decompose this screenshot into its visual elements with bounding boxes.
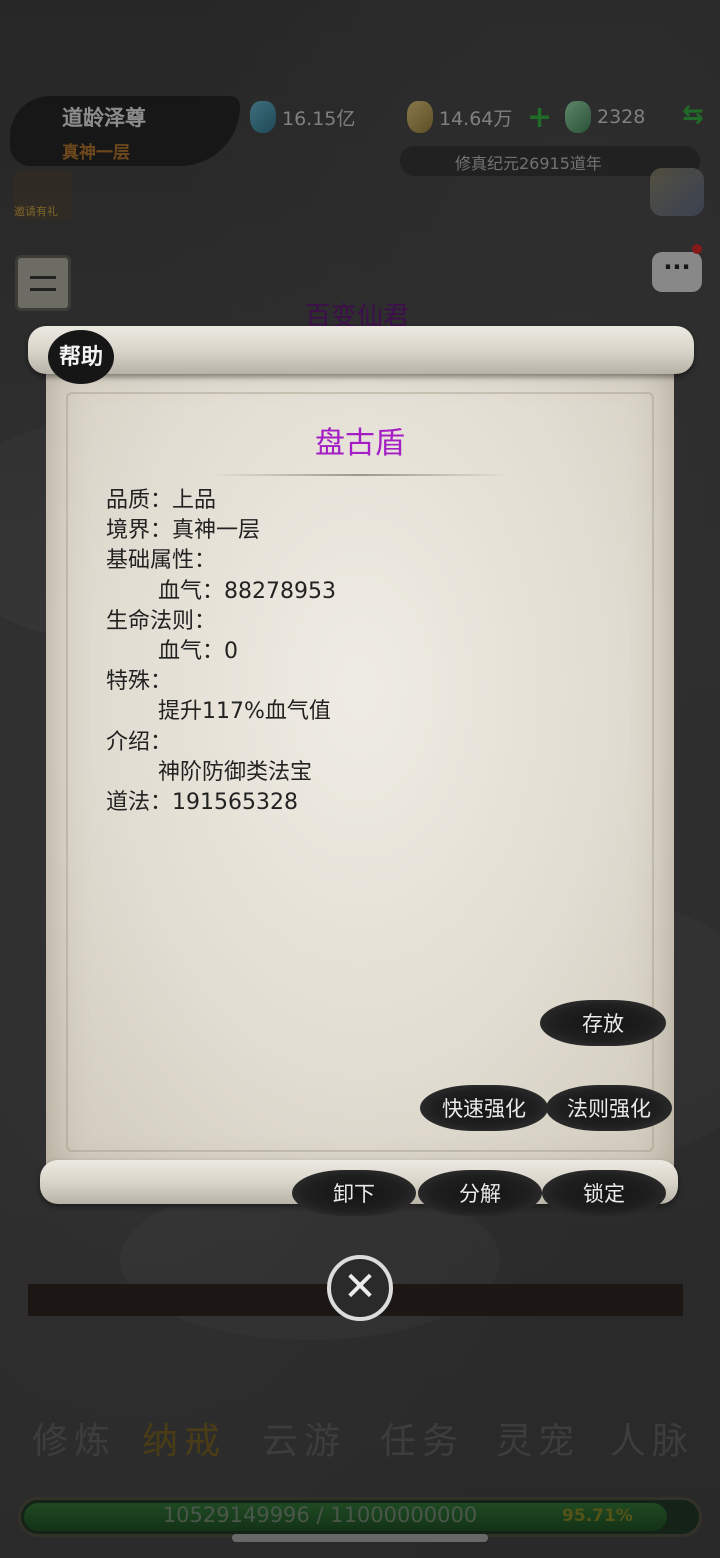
attr-special-header: 特殊： — [106, 669, 173, 695]
attr-intro-header: 介绍： — [106, 729, 173, 755]
unequip-button[interactable]: 卸下 — [292, 1170, 416, 1216]
attr-life-law-hp: 血气：0 — [158, 639, 238, 665]
close-icon: ✕ — [343, 1264, 377, 1310]
attr-life-law-header: 生命法则： — [106, 608, 217, 634]
attr-special-value: 提升117%血气值 — [158, 699, 331, 725]
attr-base-hp: 血气：88278953 — [158, 578, 336, 604]
attr-base-header: 基础属性： — [106, 548, 217, 574]
item-attributes: 品质：上品 境界：真神一层 基础属性： 血气：88278953 生命法则： 血气… — [106, 486, 336, 818]
scroll-top-roller — [28, 326, 694, 374]
close-dialog-button[interactable]: ✕ — [327, 1255, 393, 1321]
quick-enhance-button[interactable]: 快速强化 — [420, 1085, 548, 1131]
title-divider — [210, 474, 510, 476]
decompose-button[interactable]: 分解 — [418, 1170, 542, 1216]
attr-quality: 品质：上品 — [106, 488, 217, 513]
attr-realm: 境界：真神一层 — [106, 518, 261, 544]
law-enhance-button[interactable]: 法则强化 — [546, 1085, 672, 1131]
help-button[interactable]: 帮助 — [48, 330, 114, 384]
attr-dao-power: 道法：191565328 — [106, 790, 298, 816]
store-button[interactable]: 存放 — [540, 1000, 666, 1046]
attr-intro-value: 神阶防御类法宝 — [158, 759, 313, 785]
lock-button[interactable]: 锁定 — [542, 1170, 666, 1216]
item-name: 盘古盾 — [315, 426, 405, 461]
